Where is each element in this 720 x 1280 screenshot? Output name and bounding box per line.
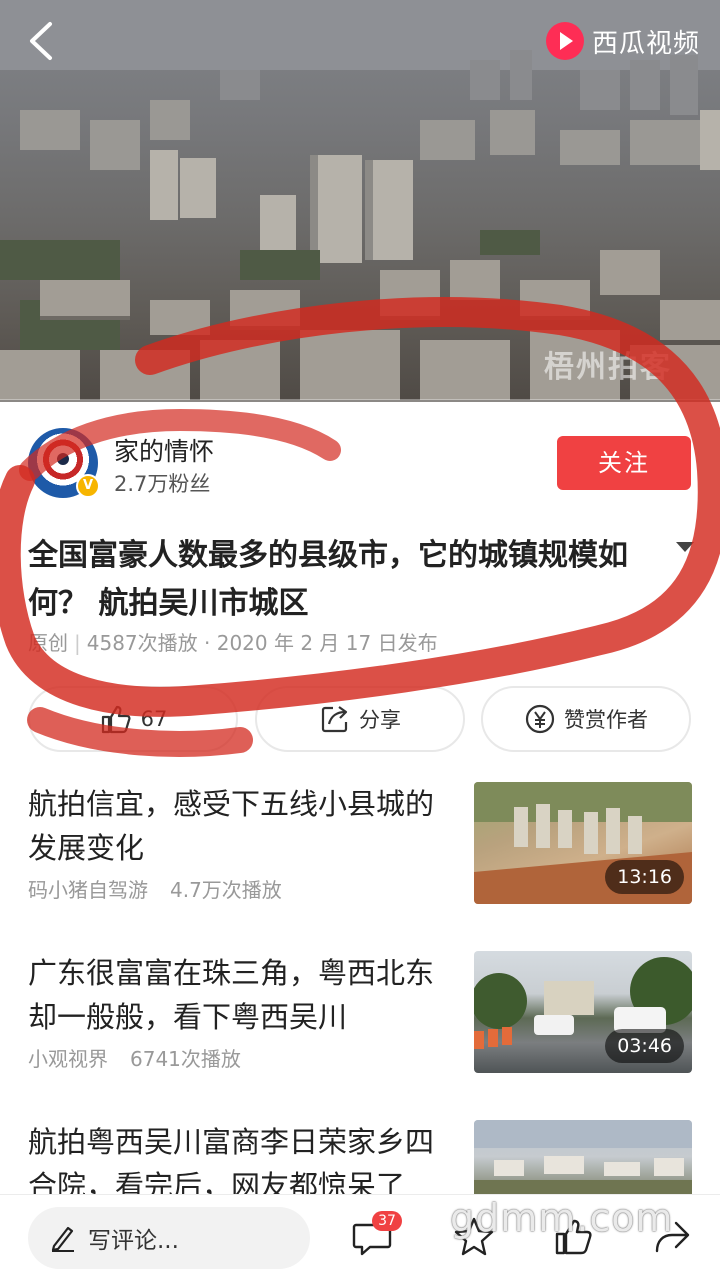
brand-name: 西瓜视频 [591, 28, 700, 59]
meta-date: 2020 年 2 月 17 日发布 [216, 631, 438, 655]
author-fans: 2.7万粉丝 [114, 472, 211, 496]
pencil-icon [51, 1226, 74, 1252]
comment-placeholder: 写评论... [88, 1228, 179, 1254]
share-button[interactable]: 分享 [255, 686, 465, 752]
share-icon [321, 706, 348, 733]
video-watermark: 梧州拍客 [544, 350, 672, 385]
play-logo-icon [545, 22, 584, 60]
video-player[interactable]: 西瓜视频 梧州拍客 [0, 0, 720, 402]
meta-original: 原创 [28, 631, 68, 655]
rec-thumbnail[interactable]: 13:16 [474, 782, 692, 904]
like-button[interactable]: 67 [28, 686, 238, 752]
share-label: 分享 [359, 708, 401, 732]
rec-author: 小观视界 [28, 1047, 108, 1071]
video-meta: 原创 | 4587次播放 · 2020 年 2 月 17 日发布 [28, 631, 438, 655]
video-title: 全国富豪人数最多的县级市，它的城镇规模如何？ 航拍吴川市城区 [28, 538, 628, 621]
list-item[interactable]: 航拍信宜，感受下五线小县城的发展变化 码小猪自驾游 4.7万次播放 13:16 [28, 782, 692, 906]
expand-caret-icon[interactable] [676, 542, 694, 552]
rec-author: 码小猪自驾游 [28, 878, 148, 902]
rec-plays: 6741次播放 [130, 1047, 241, 1071]
meta-dot: · [204, 631, 211, 655]
comment-count-badge: 37 [372, 1211, 402, 1231]
author-name[interactable]: 家的情怀 [114, 432, 214, 468]
rec-title: 广东很富富在珠三角，粤西北东却一般般，看下粤西吴川 [28, 956, 435, 1034]
like-count: 67 [140, 707, 168, 731]
eye-logo-icon [57, 453, 69, 465]
verified-badge: V [76, 474, 100, 498]
list-item[interactable]: 广东很富富在珠三角，粤西北东却一般般，看下粤西吴川 小观视界 6741次播放 03… [28, 951, 692, 1075]
rec-duration: 13:16 [605, 860, 684, 894]
follow-button[interactable]: 关注 [557, 436, 691, 490]
reward-author-button[interactable]: 赞赏作者 [481, 686, 691, 752]
rec-duration: 03:46 [605, 1029, 684, 1063]
back-icon[interactable] [22, 18, 62, 64]
rec-plays: 4.7万次播放 [170, 878, 282, 902]
rec-thumbnail[interactable]: 03:46 [474, 951, 692, 1073]
brand-logo: 西瓜视频 [545, 20, 700, 62]
meta-plays: 4587次播放 [86, 631, 198, 655]
rec-meta: 小观视界 6741次播放 [28, 1043, 241, 1072]
thumbs-up-icon [101, 705, 131, 734]
comment-input[interactable]: 写评论... [28, 1207, 310, 1269]
reward-label: 赞赏作者 [564, 708, 648, 732]
rec-meta: 码小猪自驾游 4.7万次播放 [28, 874, 282, 903]
yen-coin-icon [525, 704, 555, 734]
video-progress-bar[interactable] [0, 399, 720, 402]
author-row: V 家的情怀 2.7万粉丝 关注 [28, 428, 692, 498]
rec-title: 航拍信宜，感受下五线小县城的发展变化 [28, 787, 435, 865]
site-watermark: gdmm.com [450, 1196, 674, 1240]
